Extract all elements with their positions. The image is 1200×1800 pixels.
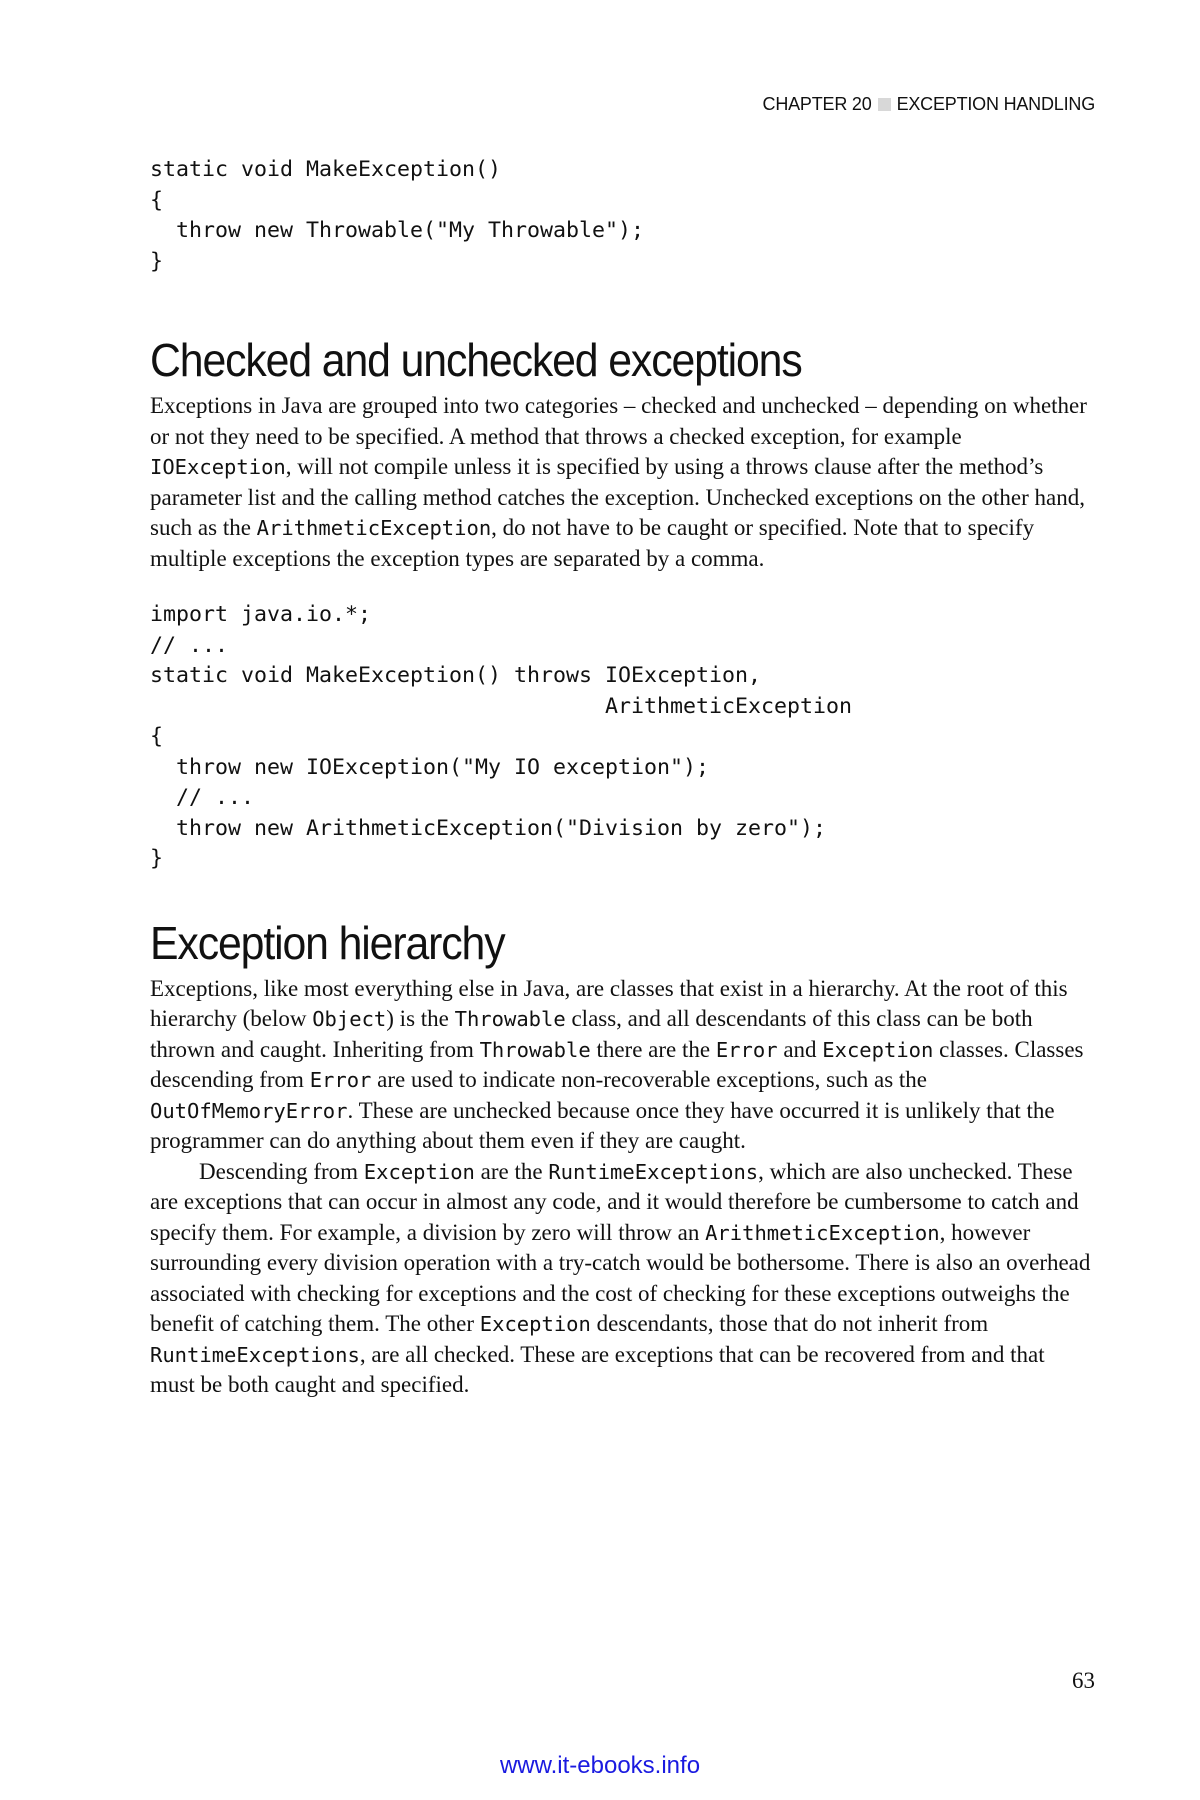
- inline-code: Throwable: [454, 1007, 566, 1031]
- code-block-make-exception: static void MakeException() { throw new …: [150, 157, 645, 274]
- inline-code: Object: [312, 1007, 387, 1031]
- chapter-title: EXCEPTION HANDLING: [896, 94, 1096, 114]
- inline-code: Error: [309, 1068, 372, 1092]
- code-block-throws-clause: import java.io.*; // ... static void Mak…: [150, 602, 853, 871]
- footer-website-link[interactable]: www.it-ebooks.info: [0, 1752, 1200, 1780]
- page-body: static void MakeException() { throw new …: [150, 155, 1095, 1401]
- page-number: 63: [1072, 1668, 1095, 1693]
- inline-code: RuntimeExceptions: [150, 1342, 360, 1367]
- paragraph-runtime-exceptions: Descending from Exception are the Runtim…: [150, 1158, 1091, 1398]
- chapter-number: CHAPTER 20: [762, 94, 872, 114]
- inline-code: Exception: [363, 1159, 475, 1184]
- inline-code: Exception: [822, 1037, 934, 1062]
- paragraph-hierarchy-intro: Exceptions, like most everything else in…: [150, 975, 1084, 1154]
- inline-code: ArithmeticException: [705, 1220, 940, 1245]
- inline-code: IOException: [150, 455, 286, 479]
- inline-code: Throwable: [479, 1037, 591, 1062]
- paragraph-checked-unchecked: Exceptions in Java are grouped into two …: [150, 393, 1087, 571]
- inline-code: RuntimeExceptions: [548, 1159, 759, 1184]
- running-header: CHAPTER 20 EXCEPTION HANDLING: [762, 94, 1096, 115]
- header-separator: [877, 98, 891, 111]
- section-heading-checked-unchecked: Checked and unchecked exceptions: [150, 334, 803, 386]
- inline-code: ArithmeticException: [256, 516, 492, 540]
- section-heading-exception-hierarchy: Exception hierarchy: [150, 916, 506, 969]
- inline-code: Exception: [479, 1312, 591, 1336]
- inline-code: OutOfMemoryError: [150, 1098, 348, 1123]
- inline-code: Error: [715, 1037, 778, 1062]
